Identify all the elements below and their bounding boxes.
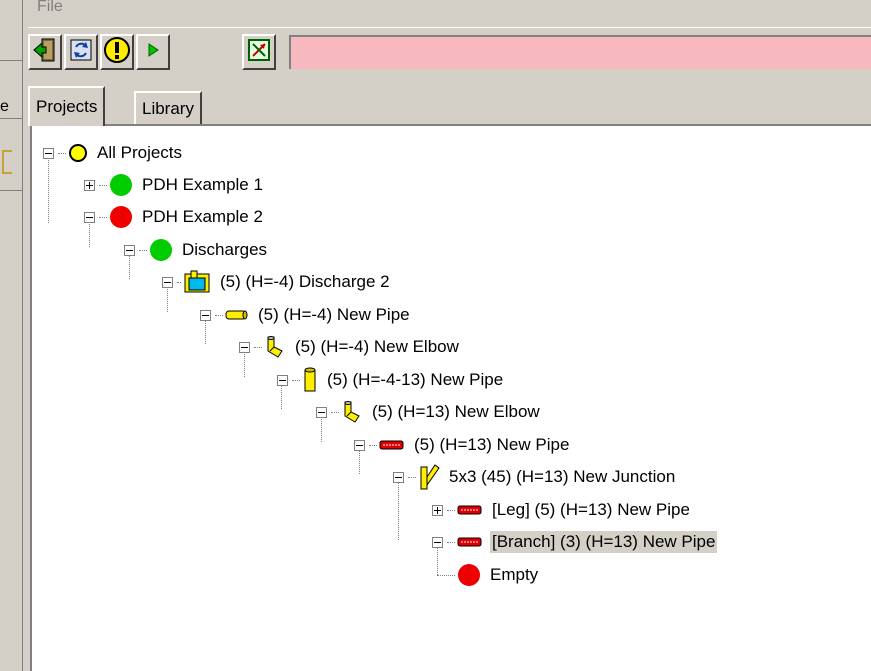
menu-file[interactable]: File (37, 0, 63, 16)
tree-node-leg-pipe[interactable]: [Leg] (5) (H=13) New Pipe (432, 495, 692, 525)
tree-node-new-junction[interactable]: 5x3 (45) (H=13) New Junction (393, 462, 677, 492)
collapse-toggle[interactable] (124, 244, 135, 256)
refresh-button[interactable] (64, 34, 98, 70)
exit-door-icon (32, 37, 58, 68)
green-circle-icon (149, 238, 173, 262)
collapse-toggle[interactable] (43, 147, 54, 159)
menu-separator (28, 27, 871, 28)
play-icon (146, 42, 160, 63)
tree-node-empty[interactable]: Empty (437, 560, 540, 590)
crossover-icon (247, 38, 271, 67)
tree-node-pdh-example-1[interactable]: PDH Example 1 (84, 170, 265, 200)
tree-node-branch-pipe[interactable]: [Branch] (3) (H=13) New Pipe (432, 527, 718, 557)
exit-button[interactable] (28, 34, 62, 70)
tree-node-label: (5) (H=-4) Discharge 2 (220, 272, 390, 291)
tree-node-label: PDH Example 2 (142, 207, 263, 226)
red-pipe-icon (379, 438, 405, 452)
tree-node-new-pipe-vertical[interactable]: (5) (H=-4-13) New Pipe (277, 365, 505, 395)
tree-node-label: 5x3 (45) (H=13) New Junction (449, 467, 676, 486)
tree-node-label: (5) (H=-4) New Elbow (295, 337, 459, 356)
yellow-circle-icon (68, 143, 88, 163)
collapse-toggle[interactable] (84, 211, 95, 223)
tree-node-label: (5) (H=13) New Elbow (372, 402, 540, 421)
left-panel-text: e (0, 98, 9, 115)
tab-library[interactable]: Library (134, 91, 202, 124)
yellow-pipe-icon (225, 308, 249, 322)
collapse-toggle[interactable] (354, 439, 365, 451)
tree-node-label: (5) (H=13) New Pipe (414, 435, 570, 454)
green-circle-icon (109, 173, 133, 197)
red-pipe-icon (457, 503, 483, 517)
collapse-toggle[interactable] (239, 341, 250, 353)
expand-toggle[interactable] (432, 504, 443, 516)
panel-divider (0, 118, 22, 119)
tree-node-label: [Branch] (3) (H=13) New Pipe (490, 531, 718, 553)
tab-projects[interactable]: Projects (28, 86, 106, 126)
crossover-button[interactable] (242, 34, 276, 70)
status-indicator (289, 35, 871, 69)
tree-node-new-elbow-2[interactable]: (5) (H=13) New Elbow (316, 397, 542, 427)
collapse-toggle[interactable] (432, 536, 443, 548)
warning-icon (103, 36, 131, 69)
collapse-toggle[interactable] (316, 406, 327, 418)
red-pipe-icon (457, 535, 483, 549)
collapse-toggle[interactable] (200, 309, 211, 321)
tree-node-label: Empty (490, 565, 539, 584)
yellow-elbow-icon (341, 400, 363, 424)
left-panel-marker (2, 150, 12, 174)
tree-connector (48, 160, 49, 223)
tree-node-label: All Projects (97, 143, 183, 162)
collapse-toggle[interactable] (162, 276, 173, 288)
tree-node-new-pipe-h13[interactable]: (5) (H=13) New Pipe (354, 430, 571, 460)
tree-node-discharges[interactable]: Discharges (124, 235, 269, 265)
menu-bar: File (0, 0, 871, 26)
refresh-icon (70, 39, 92, 66)
tree-node-pdh-example-2[interactable]: PDH Example 2 (84, 202, 265, 232)
tab-label: Library (142, 98, 194, 118)
tree-node-discharge-2[interactable]: (5) (H=-4) Discharge 2 (162, 267, 392, 297)
tree-node-new-elbow[interactable]: (5) (H=-4) New Elbow (239, 332, 461, 362)
tree-node-label: [Leg] (5) (H=13) New Pipe (492, 500, 690, 519)
yellow-vertical-pipe-icon (302, 367, 318, 393)
collapse-toggle[interactable] (393, 471, 404, 483)
red-circle-icon (457, 563, 481, 587)
left-docked-panel: e (0, 0, 23, 671)
yellow-elbow-icon (264, 335, 286, 359)
expand-toggle[interactable] (84, 179, 95, 191)
collapse-toggle[interactable] (277, 374, 288, 386)
tree-node-all-projects[interactable]: All Projects (43, 138, 184, 168)
discharge-tank-icon (183, 270, 211, 294)
panel-divider (0, 190, 22, 191)
junction-icon (418, 463, 440, 491)
red-circle-icon (109, 205, 133, 229)
tree-node-label: (5) (H=-4-13) New Pipe (327, 370, 504, 389)
tab-label: Projects (36, 97, 98, 116)
tree-node-label: (5) (H=-4) New Pipe (258, 305, 410, 324)
project-tree[interactable]: All Projects PDH Example 1 PDH Example 2… (30, 124, 871, 671)
run-button[interactable] (136, 34, 170, 70)
tree-node-new-pipe[interactable]: (5) (H=-4) New Pipe (200, 300, 412, 330)
warning-button[interactable] (100, 34, 134, 70)
panel-divider (0, 60, 22, 61)
tree-node-label: PDH Example 1 (142, 175, 263, 194)
tree-node-label: Discharges (182, 240, 268, 259)
